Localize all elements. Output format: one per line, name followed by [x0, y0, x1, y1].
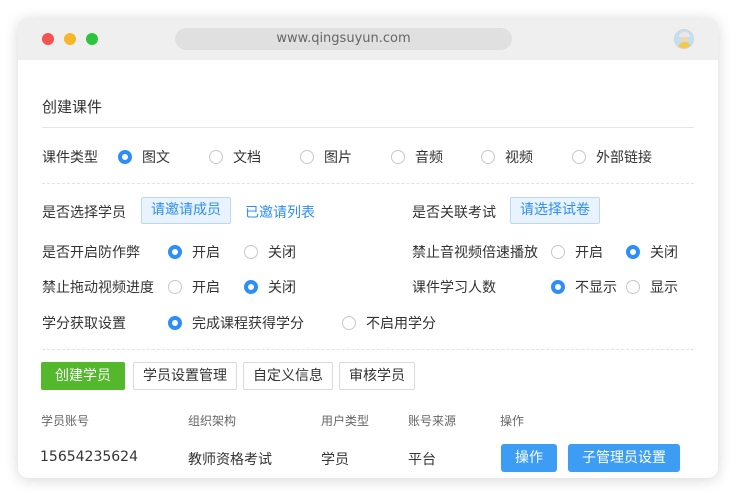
radio-learner-count-show[interactable]: 显示 — [626, 277, 678, 297]
radio-disable-drag-on[interactable]: 开启 — [168, 277, 220, 297]
radio-checked-icon — [118, 150, 132, 164]
radio-anti-cheat-on[interactable]: 开启 — [168, 242, 220, 262]
row-action-button[interactable]: 操作 — [501, 444, 557, 472]
cell-account: 15654235624 — [40, 449, 138, 465]
radio-unchecked-icon — [168, 280, 182, 294]
radio-disable-speed-on[interactable]: 开启 — [551, 242, 603, 262]
minimize-window-icon[interactable] — [64, 33, 76, 45]
column-header-action: 操作 — [500, 414, 525, 428]
radio-unchecked-icon — [572, 150, 586, 164]
column-header-user-type: 用户类型 — [321, 414, 370, 428]
column-header-account: 学员账号 — [41, 414, 90, 428]
column-header-org: 组织架构 — [188, 414, 237, 428]
browser-titlebar: www.qingsuyun.com — [18, 18, 718, 60]
select-students-label: 是否选择学员 — [42, 205, 126, 221]
credit-label: 学分获取设置 — [42, 316, 126, 332]
disable-drag-label: 禁止拖动视频进度 — [42, 280, 154, 296]
anti-cheat-label: 是否开启防作弊 — [42, 245, 140, 261]
radio-checked-icon — [626, 245, 640, 259]
learner-count-label: 课件学习人数 — [412, 280, 496, 296]
address-bar[interactable]: www.qingsuyun.com — [175, 28, 512, 50]
browser-window: www.qingsuyun.com 创建课件 课件类型 图文 文档 图片 音频 … — [18, 18, 718, 478]
section-divider — [42, 349, 694, 350]
radio-unchecked-icon — [391, 150, 405, 164]
courseware-type-label: 课件类型 — [42, 150, 98, 166]
radio-disable-drag-off[interactable]: 关闭 — [244, 277, 296, 297]
radio-unchecked-icon — [551, 245, 565, 259]
radio-unchecked-icon — [481, 150, 495, 164]
radio-credit-disabled[interactable]: 不启用学分 — [342, 313, 436, 333]
cell-user-type: 学员 — [321, 452, 349, 468]
radio-credit-complete[interactable]: 完成课程获得学分 — [168, 313, 304, 333]
title-divider — [42, 127, 694, 128]
page-title: 创建课件 — [42, 98, 103, 116]
radio-checked-icon — [168, 245, 182, 259]
close-window-icon[interactable] — [42, 33, 54, 45]
select-exam-button[interactable]: 请选择试卷 — [510, 197, 600, 224]
radio-anti-cheat-off[interactable]: 关闭 — [244, 242, 296, 262]
cell-org: 教师资格考试 — [188, 452, 272, 468]
maximize-window-icon[interactable] — [86, 33, 98, 45]
radio-checked-icon — [551, 280, 565, 294]
column-header-source: 账号来源 — [408, 414, 457, 428]
cell-source: 平台 — [408, 452, 436, 468]
radio-type-document[interactable]: 文档 — [209, 147, 261, 167]
radio-type-image[interactable]: 图片 — [300, 147, 352, 167]
radio-unchecked-icon — [244, 245, 258, 259]
create-student-button[interactable]: 创建学员 — [41, 362, 125, 390]
custom-info-button[interactable]: 自定义信息 — [243, 362, 333, 390]
radio-type-external-link[interactable]: 外部链接 — [572, 147, 652, 167]
student-settings-button[interactable]: 学员设置管理 — [133, 362, 237, 390]
invite-members-button[interactable]: 请邀请成员 — [141, 197, 231, 224]
radio-unchecked-icon — [300, 150, 314, 164]
radio-type-graphic[interactable]: 图文 — [118, 147, 170, 167]
radio-checked-icon — [244, 280, 258, 294]
review-student-button[interactable]: 审核学员 — [339, 362, 415, 390]
radio-unchecked-icon — [626, 280, 640, 294]
disable-speed-label: 禁止音视频倍速播放 — [412, 245, 538, 261]
radio-type-audio[interactable]: 音频 — [391, 147, 443, 167]
radio-type-video[interactable]: 视频 — [481, 147, 533, 167]
radio-learner-count-hide[interactable]: 不显示 — [551, 277, 617, 297]
user-avatar-icon[interactable] — [674, 29, 694, 49]
radio-checked-icon — [168, 316, 182, 330]
sub-admin-settings-button[interactable]: 子管理员设置 — [568, 444, 680, 472]
invited-list-link[interactable]: 已邀请列表 — [245, 202, 315, 222]
link-exam-label: 是否关联考试 — [412, 205, 496, 221]
page-content: 创建课件 课件类型 图文 文档 图片 音频 视频 外部链接 是否选择学员 请邀请… — [18, 60, 718, 478]
section-divider — [42, 183, 694, 184]
radio-unchecked-icon — [342, 316, 356, 330]
radio-unchecked-icon — [209, 150, 223, 164]
radio-disable-speed-off[interactable]: 关闭 — [626, 242, 678, 262]
